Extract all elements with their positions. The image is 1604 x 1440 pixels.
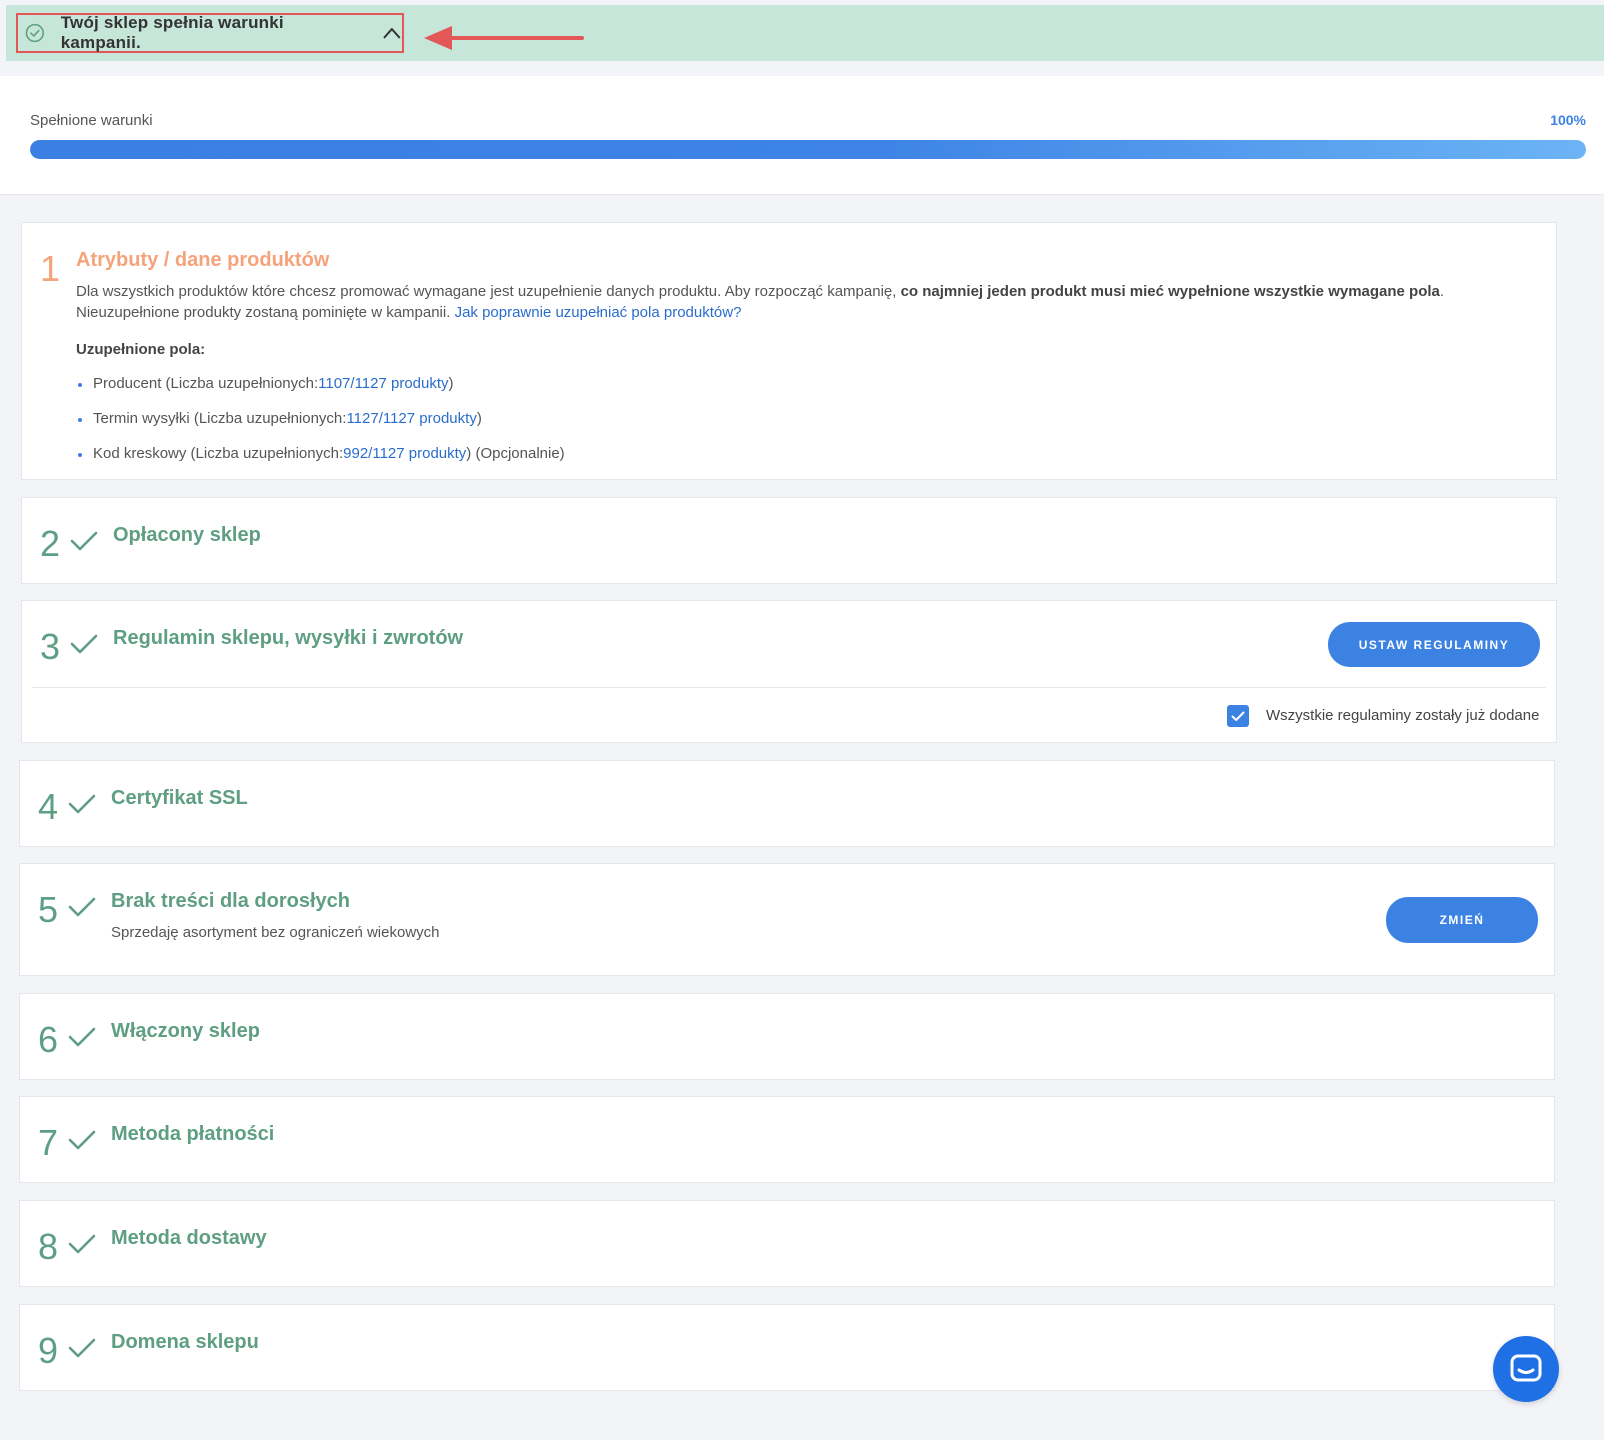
field-count-link[interactable]: 992/1127 produkty: [343, 445, 466, 462]
step-title: Włączony sklep: [111, 1020, 260, 1042]
step-title: Atrybuty / dane produktów: [76, 249, 330, 271]
step-card-payment-method: 7 Metoda płatności: [19, 1096, 1555, 1183]
annotation-arrow-icon: [424, 26, 584, 50]
filled-fields-label: Uzupełnione pola:: [76, 341, 206, 358]
checkmark-icon: [68, 897, 96, 917]
step-number: 5: [38, 889, 59, 930]
step-description: Dla wszystkich produktów które chcesz pr…: [76, 281, 1536, 323]
step-title: Metoda płatności: [111, 1123, 275, 1145]
step-card-enabled-shop: 6 Włączony sklep: [19, 993, 1555, 1080]
step-number: 4: [38, 786, 59, 827]
step-number: 9: [38, 1330, 59, 1371]
step-number: 6: [38, 1019, 59, 1060]
description-bold: co najmniej jeden produkt musi mieć wype…: [900, 283, 1440, 300]
chat-button[interactable]: [1493, 1336, 1559, 1402]
step-title: Metoda dostawy: [111, 1227, 267, 1249]
step-number: 1: [40, 248, 61, 289]
checkmark-icon: [68, 794, 96, 814]
list-item: Producent (Liczba uzupełnionych:1107/112…: [76, 373, 565, 408]
checkmark-icon: [70, 634, 98, 654]
step-title: Certyfikat SSL: [111, 787, 248, 809]
step-card-ssl: 4 Certyfikat SSL: [19, 760, 1555, 847]
description-text: Dla wszystkich produktów które chcesz pr…: [76, 283, 901, 300]
step-card-paid-shop: 2 Opłacony sklep: [21, 497, 1557, 584]
field-suffix: ) (Opcjonalnie): [466, 445, 565, 462]
step-title: Opłacony sklep: [113, 524, 261, 546]
regulations-checkbox[interactable]: [1227, 705, 1249, 727]
checkmark-icon: [68, 1130, 96, 1150]
progress-panel: Spełnione warunki 100%: [0, 76, 1604, 195]
chevron-up-icon[interactable]: [382, 26, 402, 40]
checkmark-icon: [68, 1338, 96, 1358]
set-regulations-button[interactable]: USTAW REGULAMINY: [1328, 622, 1540, 667]
step-card-adult-content: 5 Brak treści dla dorosłych Sprzedaję as…: [19, 863, 1555, 976]
checkbox-label: Wszystkie regulaminy zostały już dodane: [1266, 707, 1540, 724]
divider: [32, 687, 1546, 688]
step-number: 7: [38, 1122, 59, 1163]
status-text: Twój sklep spełnia warunki kampanii.: [60, 13, 284, 52]
filled-fields-list: Producent (Liczba uzupełnionych:1107/112…: [76, 373, 565, 478]
checkmark-icon: [70, 531, 98, 551]
checkmark-icon: [68, 1234, 96, 1254]
progress-value: 100%: [1550, 112, 1586, 128]
field-suffix: ): [476, 410, 482, 427]
check-circle-icon: [25, 23, 45, 43]
field-label: Kod kreskowy (Liczba uzupełnionych:: [93, 445, 344, 462]
list-item: Termin wysyłki (Liczba uzupełnionych:112…: [76, 408, 565, 443]
step-title: Brak treści dla dorosłych: [111, 890, 350, 912]
change-button[interactable]: ZMIEŃ: [1386, 897, 1538, 943]
help-link[interactable]: Jak poprawnie uzupełniać pola produktów?: [455, 304, 742, 321]
progress-bar: [30, 140, 1586, 159]
status-banner: Twój sklep spełnia warunki kampanii.: [6, 5, 1604, 61]
step-card-domain: 9 Domena sklepu: [19, 1304, 1555, 1391]
step-number: 2: [40, 523, 61, 564]
chat-icon: [1510, 1354, 1542, 1382]
list-item: Kod kreskowy (Liczba uzupełnionych:992/1…: [76, 443, 565, 478]
progress-fill: [30, 140, 1586, 159]
step-title: Regulamin sklepu, wysyłki i zwrotów: [113, 627, 464, 649]
field-suffix: ): [448, 375, 454, 392]
step-card-regulations: 3 Regulamin sklepu, wysyłki i zwrotów US…: [21, 600, 1557, 743]
step-title: Domena sklepu: [111, 1331, 259, 1353]
checkmark-icon: [68, 1027, 96, 1047]
progress-label: Spełnione warunki: [30, 112, 153, 129]
step-number: 8: [38, 1226, 59, 1267]
checkmark-icon: [1231, 711, 1245, 721]
status-toggle[interactable]: Twój sklep spełnia warunki kampanii.: [16, 13, 404, 53]
field-label: Producent (Liczba uzupełnionych:: [93, 375, 319, 392]
step-card-delivery-method: 8 Metoda dostawy: [19, 1200, 1555, 1287]
step-card-attributes: 1 Atrybuty / dane produktów Dla wszystki…: [21, 222, 1557, 480]
step-number: 3: [40, 626, 61, 667]
field-count-link[interactable]: 1107/1127 produkty: [318, 375, 448, 392]
field-label: Termin wysyłki (Liczba uzupełnionych:: [93, 410, 347, 427]
field-count-link[interactable]: 1127/1127 produkty: [346, 410, 476, 427]
step-subtitle: Sprzedaję asortyment bez ograniczeń wiek…: [111, 924, 440, 941]
